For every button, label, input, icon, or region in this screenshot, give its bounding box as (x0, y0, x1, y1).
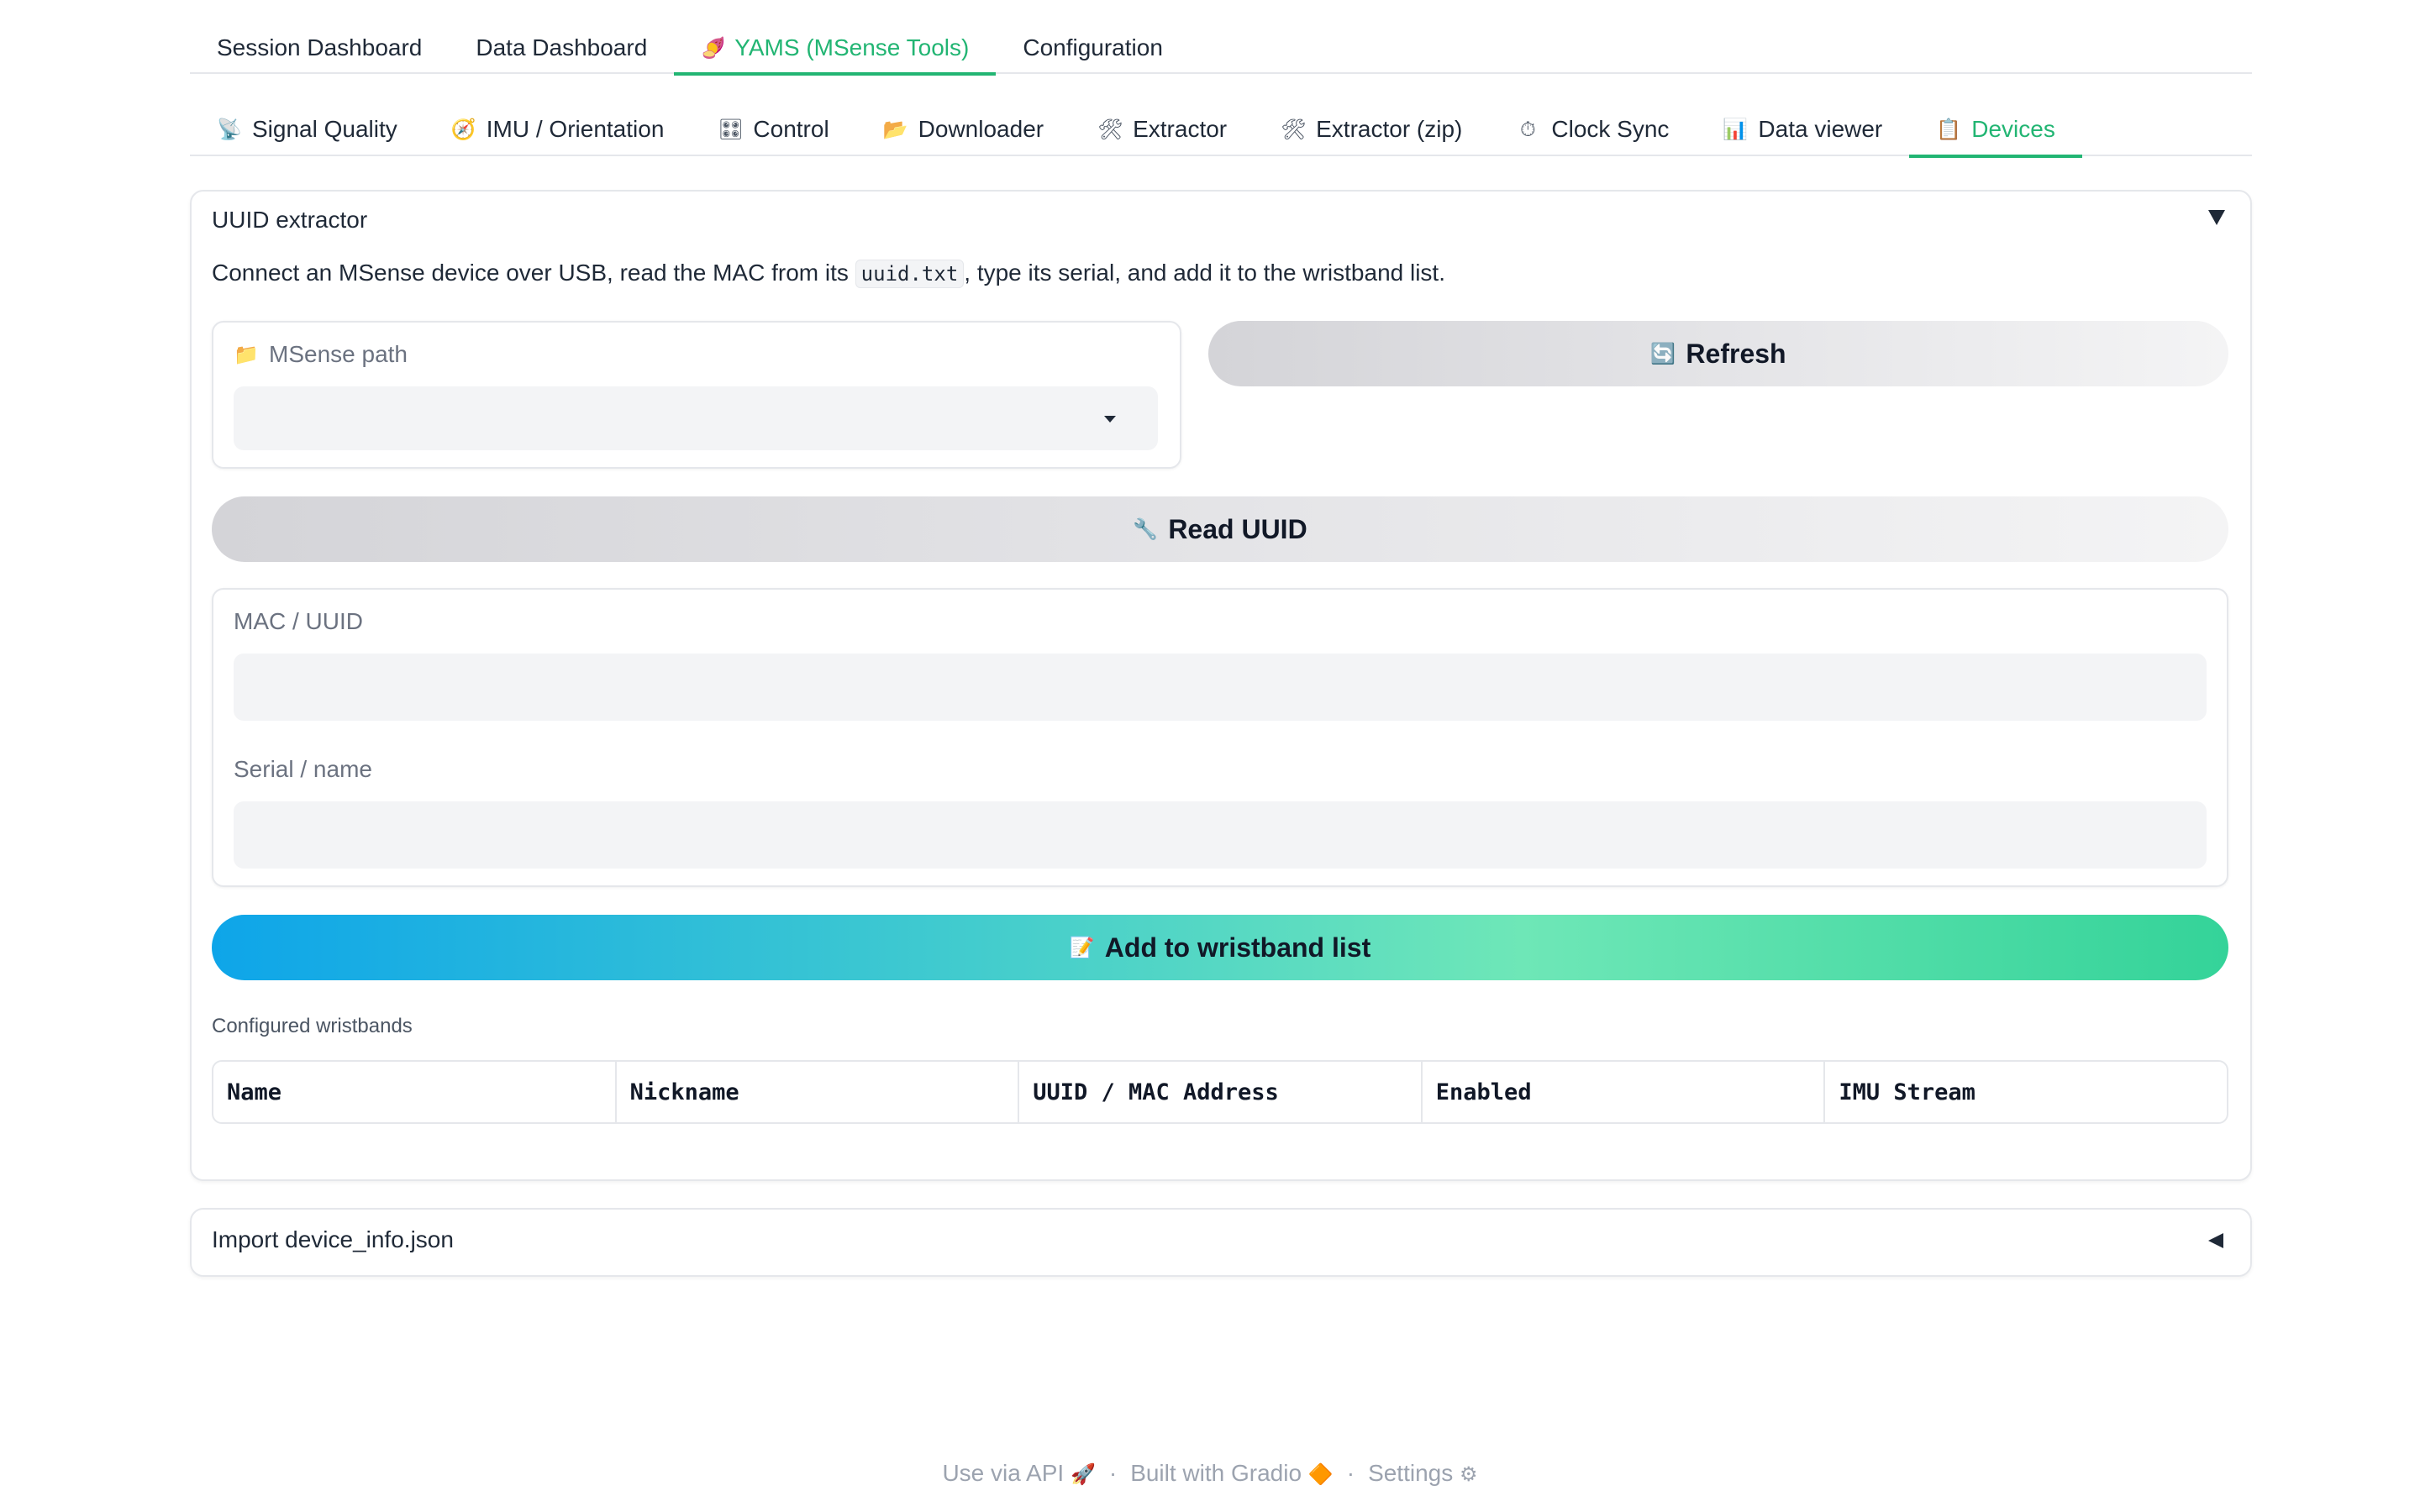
column-header-imu-stream[interactable]: IMU Stream (1825, 1062, 2227, 1122)
footer-separator: · (1346, 1460, 1355, 1486)
settings-link[interactable]: Settings ⚙ (1368, 1460, 1477, 1487)
rocket-icon: 🚀 (1070, 1462, 1096, 1486)
tab-label: Session Dashboard (217, 34, 423, 60)
open-folder-icon: 📂 (882, 118, 908, 141)
configured-wristbands-label: Configured wristbands (212, 1015, 413, 1037)
tab-label: Signal Quality (252, 116, 397, 142)
use-via-api-link[interactable]: Use via API 🚀 (942, 1460, 1095, 1487)
footer-separator: · (1108, 1460, 1118, 1486)
tab-control[interactable]: 🎛 Control (691, 102, 855, 156)
tab-downloader[interactable]: 📂 Downloader (856, 102, 1071, 156)
collapse-caret-icon[interactable] (2208, 210, 2225, 225)
code-filename: uuid.txt (855, 260, 965, 288)
expand-caret-icon[interactable] (2208, 1233, 2223, 1248)
tab-label: IMU / Orientation (486, 116, 665, 142)
dropdown-caret-icon[interactable] (1104, 416, 1116, 423)
button-label: Read UUID (1168, 513, 1307, 544)
column-header-nickname[interactable]: Nickname (617, 1062, 1020, 1122)
tab-label: Extractor (zip) (1316, 116, 1463, 142)
tab-clock-sync[interactable]: ⏱ Clock Sync (1489, 102, 1696, 156)
panel-title[interactable]: UUID extractor (212, 207, 367, 234)
link-text: Built with Gradio (1130, 1460, 1302, 1486)
serial-name-input[interactable] (234, 801, 2207, 869)
column-header-enabled[interactable]: Enabled (1423, 1062, 1826, 1122)
folder-icon: 📁 (234, 343, 259, 366)
column-header-uuid-mac[interactable]: UUID / MAC Address (1019, 1062, 1423, 1122)
tab-label: YAMS (MSense Tools) (734, 34, 970, 60)
satellite-antenna-icon: 📡 (217, 118, 242, 141)
label-text: MSense path (269, 341, 408, 367)
tab-devices[interactable]: 📋 Devices (1909, 102, 2082, 158)
tab-session-dashboard[interactable]: Session Dashboard (190, 22, 449, 74)
wrench-icon: 🔧 (1133, 517, 1159, 541)
memo-icon: 📝 (1069, 936, 1095, 959)
tab-label: Control (753, 116, 829, 142)
panel-description: Connect an MSense device over USB, read … (212, 260, 1445, 288)
tab-extractor-zip[interactable]: 🛠 Extractor (zip) (1254, 102, 1489, 156)
tab-label: Clock Sync (1551, 116, 1670, 142)
sub-tab-bar: 📡 Signal Quality 🧭 IMU / Orientation 🎛 C… (190, 102, 2252, 158)
compass-icon: 🧭 (450, 118, 476, 141)
msense-path-label: 📁 MSense path (234, 341, 408, 368)
mac-uuid-input[interactable] (234, 654, 2207, 721)
sweet-potato-icon: 🍠 (701, 36, 727, 60)
tab-label: Data Dashboard (476, 34, 648, 60)
tab-data-dashboard[interactable]: Data Dashboard (449, 22, 674, 74)
built-with-gradio-link[interactable]: Built with Gradio 🔶 (1130, 1460, 1334, 1487)
control-knobs-icon: 🎛 (718, 118, 744, 141)
tab-extractor[interactable]: 🛠 Extractor (1071, 102, 1254, 156)
gear-icon: ⚙ (1460, 1462, 1478, 1486)
tab-configuration[interactable]: Configuration (996, 22, 1190, 74)
hammer-wrench-icon: 🛠 (1281, 118, 1307, 141)
tab-label: Data viewer (1758, 116, 1883, 142)
clipboard-icon: 📋 (1936, 118, 1962, 141)
read-uuid-button[interactable]: 🔧 Read UUID (212, 496, 2228, 562)
button-label: Add to wristband list (1104, 932, 1371, 963)
link-text: Settings (1368, 1460, 1454, 1486)
button-label: Refresh (1686, 338, 1786, 369)
description-text: Connect an MSense device over USB, read … (212, 260, 855, 286)
mac-uuid-label: MAC / UUID (234, 608, 363, 634)
tab-label: Downloader (918, 116, 1044, 142)
footer: Use via API 🚀 · Built with Gradio 🔶 · Se… (0, 1460, 2420, 1487)
tab-data-viewer[interactable]: 📊 Data viewer (1696, 102, 1909, 156)
import-panel-title[interactable]: Import device_info.json (212, 1226, 454, 1253)
wristbands-table: Name Nickname UUID / MAC Address Enabled… (212, 1060, 2228, 1124)
import-device-info-panel[interactable] (190, 1208, 2252, 1277)
tab-label: Devices (1971, 116, 2055, 142)
tab-imu-orientation[interactable]: 🧭 IMU / Orientation (424, 102, 692, 156)
tab-label: Configuration (1023, 34, 1163, 60)
tab-signal-quality[interactable]: 📡 Signal Quality (190, 102, 424, 156)
tab-yams-msense-tools[interactable]: 🍠 YAMS (MSense Tools) (674, 22, 997, 76)
add-to-wristband-list-button[interactable]: 📝 Add to wristband list (212, 915, 2228, 980)
serial-name-label: Serial / name (234, 756, 372, 782)
stopwatch-icon: ⏱ (1520, 118, 1536, 141)
bar-chart-icon: 📊 (1723, 118, 1749, 141)
top-tab-bar: Session Dashboard Data Dashboard 🍠 YAMS … (190, 22, 2252, 76)
link-text: Use via API (942, 1460, 1065, 1486)
column-header-name[interactable]: Name (213, 1062, 617, 1122)
gradio-logo-icon: 🔶 (1307, 1462, 1334, 1486)
refresh-button[interactable]: 🔄 Refresh (1208, 321, 2228, 386)
description-text: , type its serial, and add it to the wri… (964, 260, 1445, 286)
refresh-icon: 🔄 (1650, 342, 1676, 365)
hammer-wrench-icon: 🛠 (1097, 118, 1123, 141)
msense-path-dropdown[interactable] (234, 386, 1158, 450)
tab-label: Extractor (1133, 116, 1228, 142)
